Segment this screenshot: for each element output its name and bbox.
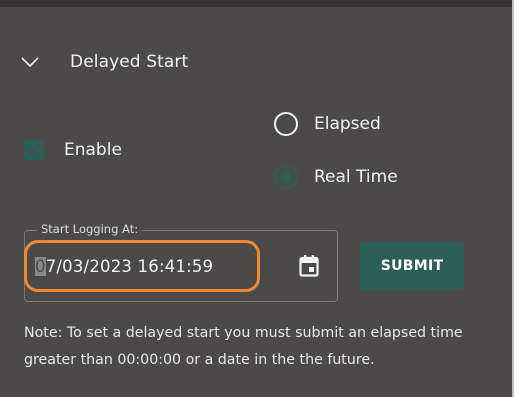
start-logging-input[interactable]: 07/03/2023 16:41:59 <box>35 257 213 276</box>
start-logging-label: Start Logging At: <box>37 222 143 236</box>
radio-elapsed[interactable]: Elapsed <box>274 112 381 136</box>
radio-real-time-label: Real Time <box>314 167 398 187</box>
submit-button[interactable]: SUBMIT <box>360 242 464 290</box>
delayed-start-header[interactable]: Delayed Start <box>20 52 188 72</box>
calendar-icon[interactable] <box>299 255 319 281</box>
enable-row[interactable]: Enable <box>24 140 122 160</box>
radio-real-time-dot <box>280 171 292 183</box>
delayed-start-note: Note: To set a delayed start you must su… <box>24 325 463 368</box>
enable-label: Enable <box>64 140 122 160</box>
top-strip <box>0 0 512 7</box>
scrollbar-track <box>512 0 514 397</box>
scrollbar[interactable] <box>512 0 526 397</box>
radio-real-time-circle[interactable] <box>274 165 298 189</box>
input-value: 7/03/2023 16:41:59 <box>45 257 214 276</box>
chevron-down-icon <box>20 56 40 68</box>
check-icon <box>27 144 41 156</box>
delayed-start-panel: Delayed Start Enable Elapsed Real Time S… <box>0 0 512 397</box>
selected-text: 0 <box>35 257 46 276</box>
section-title: Delayed Start <box>70 52 189 72</box>
radio-real-time[interactable]: Real Time <box>274 165 398 189</box>
enable-checkbox[interactable] <box>24 140 44 160</box>
start-logging-field[interactable]: Start Logging At: 07/03/2023 16:41:59 <box>24 222 338 302</box>
radio-elapsed-label: Elapsed <box>314 114 381 134</box>
radio-elapsed-circle[interactable] <box>274 112 298 136</box>
